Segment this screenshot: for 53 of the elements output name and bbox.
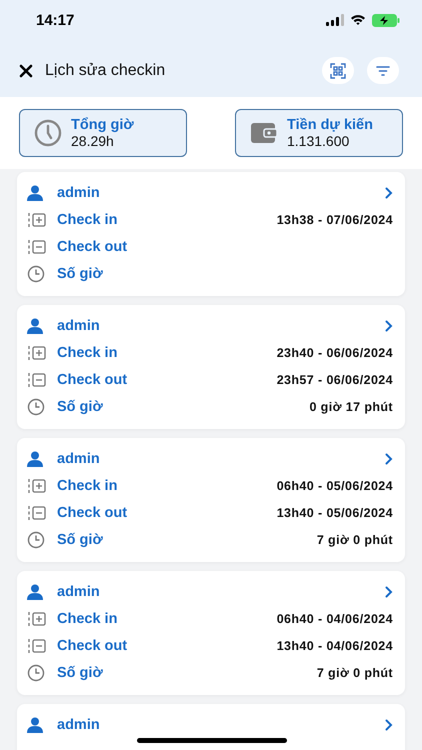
row-label: Check out [57, 504, 128, 520]
user-name: admin [57, 584, 100, 600]
row-label: Check in [57, 478, 118, 494]
chevron-right-icon [385, 586, 393, 598]
chevron-right-icon [385, 452, 393, 464]
row-value: 23h40 - 06/06/2024 [276, 346, 393, 360]
row-label: Số giờ [57, 664, 103, 680]
wifi-icon [350, 14, 366, 26]
filter-icon [376, 66, 390, 76]
record-card[interactable]: admin Check in 06h40 - 04/06/2024 Check out 13h40 - 04/06/2024 Số giờ 7 giờ 0 phút [17, 571, 405, 695]
row-value: 13h38 - 07/06/2024 [276, 212, 393, 226]
row-label: Check in [57, 610, 118, 626]
record-card[interactable]: admin Check in 13h38 - 07/06/2024 Check out Số giờ [17, 172, 405, 296]
record-card[interactable]: admin [17, 704, 405, 750]
wallet-icon [250, 121, 278, 145]
row-label: Số giờ [57, 398, 103, 414]
chevron-right-icon [385, 320, 393, 332]
status-time: 14:17 [36, 12, 74, 29]
record-card[interactable]: admin Check in 23h40 - 06/06/2024 Check out 23h57 - 06/06/2024 Số giờ 0 giờ 17 phút [17, 305, 405, 429]
row-value: 13h40 - 05/06/2024 [276, 506, 393, 520]
row-value: 7 giờ 0 phút [316, 666, 393, 680]
row-value: 0 giờ 17 phút [309, 400, 393, 414]
close-button[interactable] [19, 64, 33, 78]
clock-icon [34, 119, 62, 147]
user-name: admin [57, 450, 100, 466]
row-value: 06h40 - 04/06/2024 [276, 612, 393, 626]
qr-code-icon [330, 62, 346, 78]
row-value: 06h40 - 05/06/2024 [276, 478, 393, 492]
chevron-right-icon [385, 718, 393, 730]
record-card[interactable]: admin Check in 06h40 - 05/06/2024 Check out 13h40 - 05/06/2024 Số giờ 7 giờ 0 phút [17, 438, 405, 562]
summary-value: 28.29h [71, 133, 115, 149]
page-title: Lịch sửa checkin [45, 62, 166, 80]
row-label: Check in [57, 344, 118, 360]
summary-label: Tiền dự kiến [287, 117, 373, 133]
summary-value: 1.131.600 [287, 133, 350, 149]
row-label: Check out [57, 372, 128, 388]
row-label: Số giờ [57, 532, 103, 548]
row-label: Check in [57, 212, 118, 228]
user-name: admin [57, 318, 100, 334]
chevron-right-icon [385, 186, 393, 198]
qr-scan-button[interactable] [322, 57, 354, 84]
row-value: 23h57 - 06/06/2024 [276, 372, 393, 386]
summary-label: Tổng giờ [71, 117, 134, 133]
user-name: admin [57, 716, 100, 732]
row-label: Số giờ [57, 266, 103, 282]
signal-icon [326, 14, 344, 26]
battery-icon [372, 14, 400, 26]
filter-button[interactable] [367, 57, 399, 84]
row-value: 13h40 - 04/06/2024 [276, 638, 393, 652]
row-label: Check out [57, 238, 128, 254]
row-value: 7 giờ 0 phút [316, 532, 393, 546]
row-label: Check out [57, 638, 128, 654]
user-name: admin [57, 184, 100, 200]
